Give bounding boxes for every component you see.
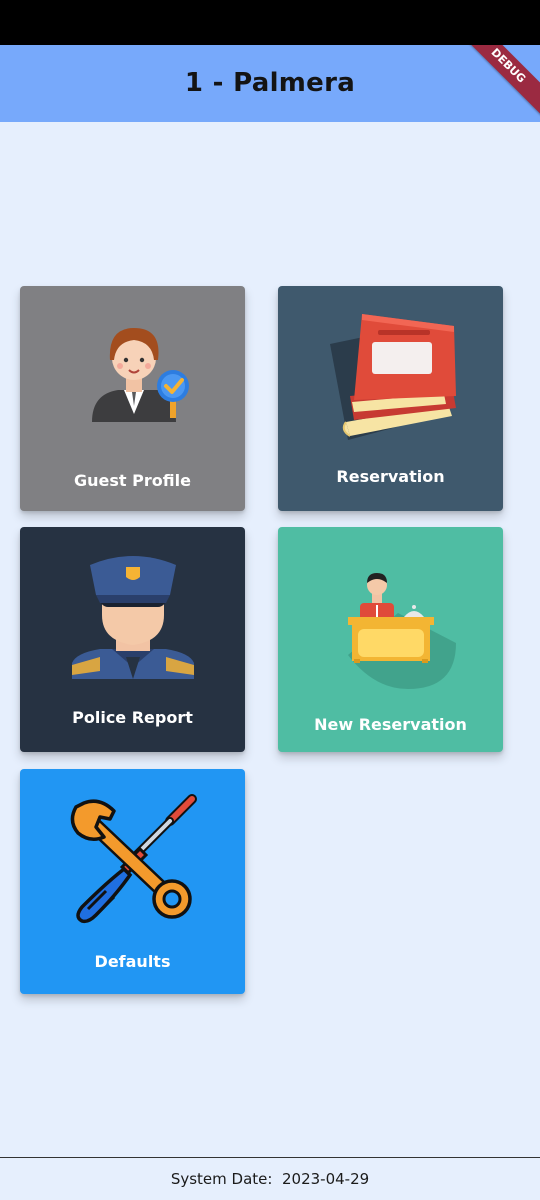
wrench-screwdriver-icon: [70, 794, 197, 924]
tile-label-police-report: Police Report: [72, 708, 193, 727]
reception-desk-icon: [348, 573, 456, 689]
police-officer-icon: [72, 556, 194, 679]
system-date-label: System Date:: [170, 1170, 273, 1188]
tile-new-reservation[interactable]: New Reservation: [278, 527, 503, 752]
page-title: 1 - Palmera: [184, 68, 356, 98]
tile-reservation[interactable]: Reservation: [278, 286, 503, 511]
tile-police-report[interactable]: Police Report: [20, 527, 245, 752]
system-date-value: 2023-04-29: [281, 1170, 370, 1188]
tile-label-reservation: Reservation: [336, 467, 445, 486]
status-bar: [0, 0, 540, 45]
tile-label-defaults: Defaults: [94, 952, 171, 971]
footer: System Date: 2023-04-29: [0, 1158, 540, 1200]
reservation-book-icon: [330, 314, 456, 440]
tile-label-new-reservation: New Reservation: [314, 715, 467, 734]
tile-defaults[interactable]: Defaults: [20, 769, 245, 994]
guest-profile-icon: [92, 328, 189, 422]
tile-label-guest-profile: Guest Profile: [74, 471, 191, 490]
tile-guest-profile[interactable]: Guest Profile: [20, 286, 245, 511]
app-bar: 1 - Palmera DEBUG: [0, 45, 540, 122]
